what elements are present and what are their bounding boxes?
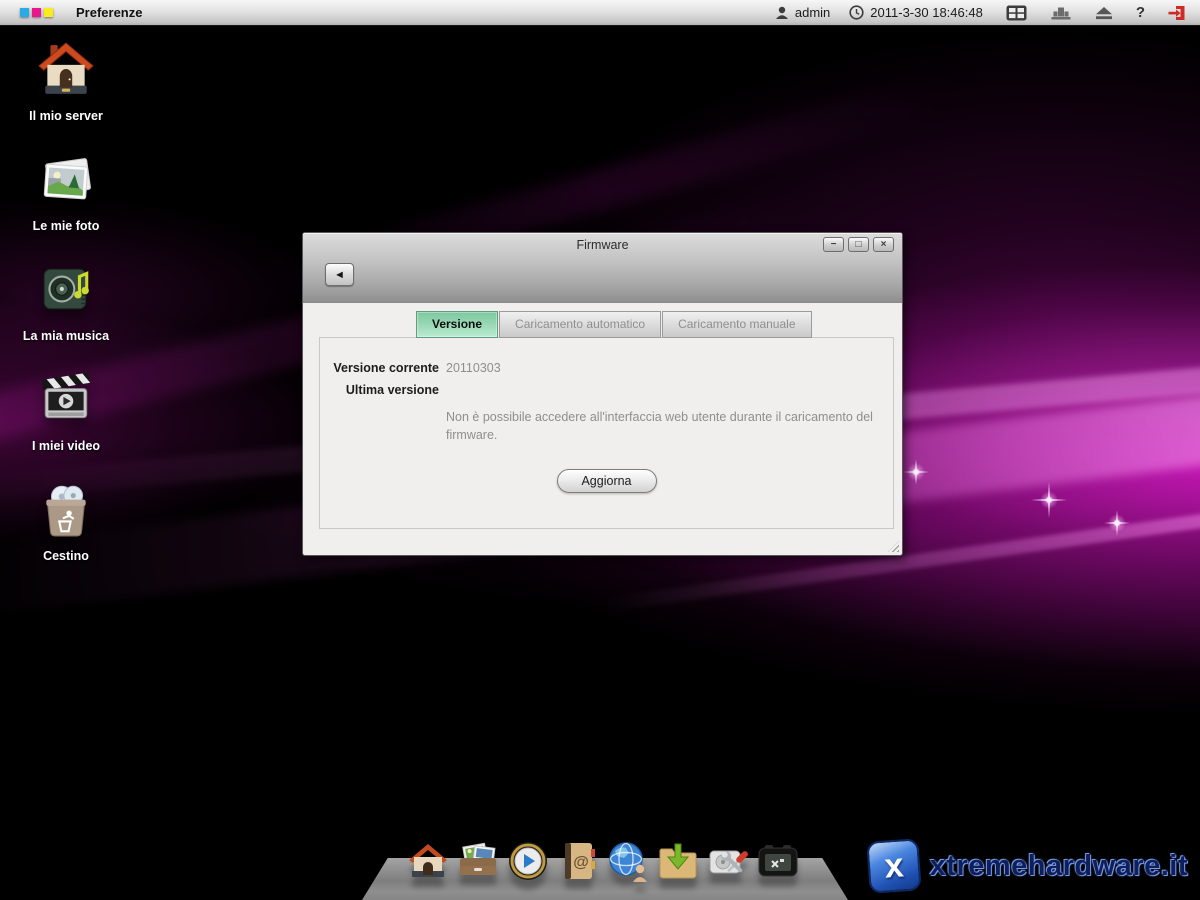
version-panel: Versione corrente 20110303 Ultima versio… [319, 337, 894, 529]
videos-icon [37, 370, 95, 428]
field-current-version: Versione corrente 20110303 [320, 359, 893, 377]
window-titlebar[interactable]: Firmware − □ × ◄ [303, 233, 902, 303]
desktop-icon-my-music[interactable]: La mia musica [10, 260, 122, 370]
menu-preferences[interactable]: Preferenze [76, 5, 142, 20]
window-controls: − □ × [823, 237, 894, 252]
menubar-right: admin 2011-3-30 18:46:48 ? [775, 4, 1186, 21]
field-label: Versione corrente [320, 359, 439, 377]
menubar: Preferenze admin 2011-3-30 18:46:48 ? [0, 0, 1200, 26]
dock-toolbox-icon[interactable] [756, 839, 800, 883]
photos-icon [37, 150, 95, 208]
music-icon [37, 260, 95, 318]
firmware-window: Firmware − □ × ◄ Versione Caricamento au… [302, 232, 903, 556]
desktop-icon-my-server[interactable]: Il mio server [10, 40, 122, 150]
dock-web-browser-icon[interactable] [606, 839, 650, 883]
home-icon [37, 40, 95, 98]
sparkle [1031, 482, 1067, 518]
username-label[interactable]: admin [795, 5, 830, 20]
desktop-icon-trash[interactable]: Cestino [10, 480, 122, 590]
maximize-button[interactable]: □ [848, 237, 869, 252]
datetime-label: 2011-3-30 18:46:48 [870, 5, 983, 20]
tab-versione[interactable]: Versione [416, 311, 498, 338]
podium-icon[interactable] [1050, 6, 1072, 20]
firmware-note: Non è possibile accedere all'interfaccia… [446, 408, 891, 444]
user-icon [775, 6, 789, 20]
svg-text:@: @ [573, 854, 589, 871]
update-button[interactable]: Aggiorna [557, 469, 657, 493]
dock-disk-utility-icon[interactable] [706, 839, 750, 883]
resize-grip-icon[interactable] [888, 541, 899, 552]
brand-logo-icon [20, 8, 53, 17]
desktop-icon-label: Le mie foto [33, 219, 100, 233]
desktop-icon-my-videos[interactable]: I miei video [10, 370, 122, 480]
trash-icon [37, 480, 95, 538]
dock: @ [0, 810, 1200, 900]
eject-icon[interactable] [1095, 6, 1113, 20]
logout-icon[interactable] [1168, 5, 1186, 21]
desktop-icon-list: Il mio server Le mie foto [10, 40, 122, 590]
window-grid-icon[interactable] [1006, 5, 1027, 21]
dock-home-icon[interactable] [406, 839, 450, 883]
minimize-button[interactable]: − [823, 237, 844, 252]
desktop-icon-label: Il mio server [29, 109, 103, 123]
dock-download-folder-icon[interactable] [656, 839, 700, 883]
desktop-icon-label: I miei video [32, 439, 100, 453]
sparkle [903, 459, 929, 485]
field-value: 20110303 [446, 359, 501, 377]
desktop: Preferenze admin 2011-3-30 18:46:48 ? [0, 0, 1200, 900]
clock-icon [849, 5, 864, 20]
window-content: Versione Caricamento automatico Caricame… [303, 303, 902, 555]
dock-media-player-icon[interactable] [506, 839, 550, 883]
window-title: Firmware [303, 238, 902, 252]
desktop-icon-label: Cestino [43, 549, 89, 563]
dock-icon-list: @ [406, 839, 800, 883]
help-icon[interactable]: ? [1136, 4, 1145, 21]
tab-caricamento-automatico[interactable]: Caricamento automatico [499, 311, 661, 338]
back-button[interactable]: ◄ [325, 263, 354, 286]
dock-address-book-icon[interactable]: @ [556, 839, 600, 883]
desktop-icon-my-photos[interactable]: Le mie foto [10, 150, 122, 260]
sparkle [1104, 510, 1130, 536]
tab-caricamento-manuale[interactable]: Caricamento manuale [662, 311, 811, 338]
tab-bar: Versione Caricamento automatico Caricame… [416, 311, 813, 338]
field-label: Ultima versione [320, 381, 439, 399]
desktop-icon-label: La mia musica [23, 329, 109, 343]
dock-photo-box-icon[interactable] [456, 839, 500, 883]
field-latest-version: Ultima versione [320, 381, 893, 399]
close-button[interactable]: × [873, 237, 894, 252]
